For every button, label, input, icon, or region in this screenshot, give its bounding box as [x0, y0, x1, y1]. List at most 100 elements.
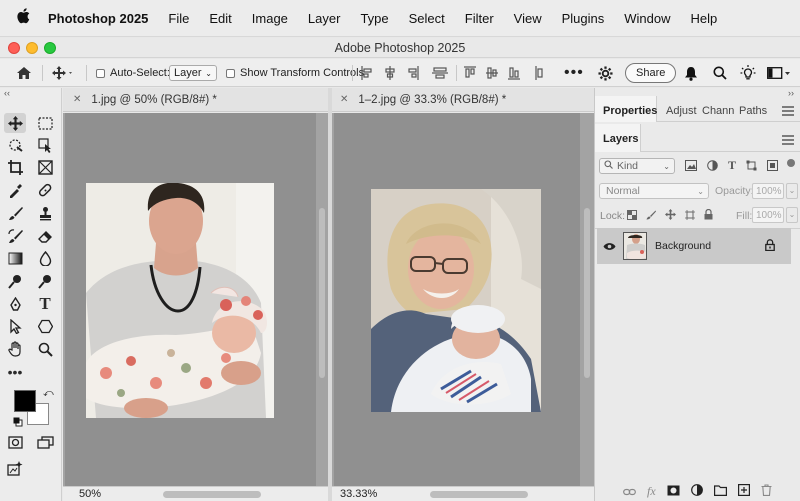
- edit-toolbar-icon[interactable]: •••: [4, 362, 26, 382]
- collapse-panel-icon[interactable]: ‹‹: [4, 88, 10, 98]
- path-selection-tool-icon[interactable]: [4, 316, 26, 336]
- workspace-switcher-icon[interactable]: [767, 59, 791, 87]
- apple-icon[interactable]: [16, 8, 34, 28]
- menu-type[interactable]: Type: [360, 11, 388, 26]
- fill-input[interactable]: 100%: [752, 207, 784, 223]
- lock-image-pixels-icon[interactable]: [646, 209, 656, 223]
- share-button[interactable]: Share: [625, 59, 677, 87]
- foreground-color-swatch[interactable]: [14, 390, 36, 412]
- panel-menu-icon[interactable]: [782, 105, 794, 119]
- sponge-tool-icon[interactable]: [34, 271, 56, 291]
- show-transform-controls-checkbox[interactable]: Show Transform Controls: [226, 59, 364, 87]
- screen-mode-icon[interactable]: [34, 432, 56, 452]
- close-tab-icon[interactable]: ✕: [73, 94, 81, 105]
- menu-help[interactable]: Help: [691, 11, 718, 26]
- adjustment-filter-icon[interactable]: [707, 160, 718, 174]
- shape-tool-icon[interactable]: [34, 316, 56, 336]
- smart-object-filter-icon[interactable]: [767, 160, 779, 174]
- add-mask-icon[interactable]: [667, 485, 680, 499]
- menu-filter[interactable]: Filter: [465, 11, 494, 26]
- object-selection-tool-icon[interactable]: [4, 135, 26, 155]
- vertical-scrollbar[interactable]: [584, 208, 590, 378]
- eye-icon[interactable]: [603, 240, 616, 254]
- close-tab-icon[interactable]: ✕: [340, 94, 348, 105]
- delete-layer-icon[interactable]: [761, 484, 772, 499]
- default-colors-icon[interactable]: [13, 416, 23, 430]
- vertical-scrollbar[interactable]: [319, 208, 325, 378]
- move-tool-icon[interactable]: [4, 113, 26, 133]
- lock-position-icon[interactable]: [665, 209, 676, 223]
- menu-layer[interactable]: Layer: [308, 11, 341, 26]
- auto-select-dropdown[interactable]: Layer ⌄: [169, 59, 217, 87]
- gradient-tool-icon[interactable]: [4, 248, 26, 268]
- zoom-tool-icon[interactable]: [34, 339, 56, 359]
- new-layer-icon[interactable]: [737, 484, 750, 499]
- adjustment-layer-icon[interactable]: [690, 484, 703, 499]
- generative-icon[interactable]: [4, 458, 26, 478]
- document-tab-1[interactable]: ✕ 1.jpg @ 50% (RGB/8#) *: [63, 88, 328, 112]
- new-group-icon[interactable]: [713, 484, 727, 499]
- document-1-canvas[interactable]: [65, 113, 316, 486]
- tab-channels[interactable]: Chann: [702, 105, 734, 117]
- document-1-workspace[interactable]: [63, 113, 328, 486]
- more-options-icon[interactable]: •••: [564, 59, 584, 87]
- healing-brush-tool-icon[interactable]: [34, 180, 56, 200]
- filter-toggle[interactable]: [787, 159, 795, 167]
- document-2-canvas[interactable]: [334, 113, 580, 486]
- lock-all-icon[interactable]: [704, 208, 713, 223]
- frame-select-tool-icon[interactable]: [34, 135, 56, 155]
- zoom-level[interactable]: 50%: [79, 488, 101, 500]
- auto-select-checkbox[interactable]: Auto-Select:: [96, 59, 170, 87]
- brush-tool-icon[interactable]: [4, 203, 26, 223]
- marquee-tool-icon[interactable]: [34, 113, 56, 133]
- tab-adjustments[interactable]: Adjust: [666, 105, 697, 117]
- eraser-tool-icon[interactable]: [34, 226, 56, 246]
- tab-layers[interactable]: Layers: [603, 133, 638, 145]
- panel-menu-icon[interactable]: [782, 134, 794, 148]
- lock-transparent-pixels-icon[interactable]: [627, 209, 637, 223]
- lock-icon[interactable]: [765, 239, 775, 254]
- fill-slider-toggle[interactable]: ⌄: [786, 207, 798, 223]
- horizontal-scrollbar[interactable]: [163, 491, 261, 498]
- zoom-level[interactable]: 33.33%: [340, 488, 377, 500]
- bell-icon[interactable]: [684, 59, 698, 87]
- type-tool-icon[interactable]: T: [34, 294, 56, 314]
- gear-icon[interactable]: [598, 59, 613, 87]
- search-icon[interactable]: [713, 59, 727, 87]
- dodge-tool-icon[interactable]: [4, 271, 26, 291]
- lightbulb-icon[interactable]: [740, 59, 756, 87]
- hand-tool-icon[interactable]: [4, 339, 26, 359]
- move-tool-preset-icon[interactable]: [52, 59, 74, 87]
- clone-stamp-tool-icon[interactable]: [34, 203, 56, 223]
- blur-tool-icon[interactable]: [34, 248, 56, 268]
- quick-mask-icon[interactable]: [4, 432, 26, 452]
- menu-view[interactable]: View: [514, 11, 542, 26]
- crop-tool-icon[interactable]: [4, 157, 26, 177]
- menu-file[interactable]: File: [168, 11, 189, 26]
- document-tab-2[interactable]: ✕ 1–2.jpg @ 33.3% (RGB/8#) *: [332, 88, 594, 112]
- opacity-slider-toggle[interactable]: ⌄: [786, 183, 798, 199]
- layer-filter-dropdown[interactable]: Kind ⌄: [599, 158, 675, 174]
- home-icon[interactable]: [16, 59, 32, 87]
- menu-plugins[interactable]: Plugins: [562, 11, 605, 26]
- menu-select[interactable]: Select: [409, 11, 445, 26]
- tab-properties[interactable]: Properties: [603, 105, 657, 117]
- link-layers-icon[interactable]: [623, 485, 636, 499]
- layer-name[interactable]: Background: [655, 240, 711, 252]
- eyedropper-tool-icon[interactable]: [4, 180, 26, 200]
- shape-filter-icon[interactable]: [746, 160, 757, 174]
- blend-mode-dropdown[interactable]: Normal ⌄: [599, 183, 709, 199]
- type-filter-icon[interactable]: T: [728, 159, 736, 174]
- menu-window[interactable]: Window: [624, 11, 670, 26]
- tab-paths[interactable]: Paths: [739, 105, 767, 117]
- swap-colors-icon[interactable]: ⤺: [43, 388, 54, 399]
- pen-tool-icon[interactable]: [4, 294, 26, 314]
- document-2-workspace[interactable]: [332, 113, 594, 486]
- horizontal-scrollbar[interactable]: [430, 491, 528, 498]
- fx-icon[interactable]: fx: [647, 484, 656, 499]
- opacity-input[interactable]: 100%: [752, 183, 784, 199]
- lock-artboard-icon[interactable]: [685, 209, 695, 223]
- frame-tool-icon[interactable]: [34, 157, 56, 177]
- menu-edit[interactable]: Edit: [209, 11, 231, 26]
- pixel-filter-icon[interactable]: [685, 160, 697, 174]
